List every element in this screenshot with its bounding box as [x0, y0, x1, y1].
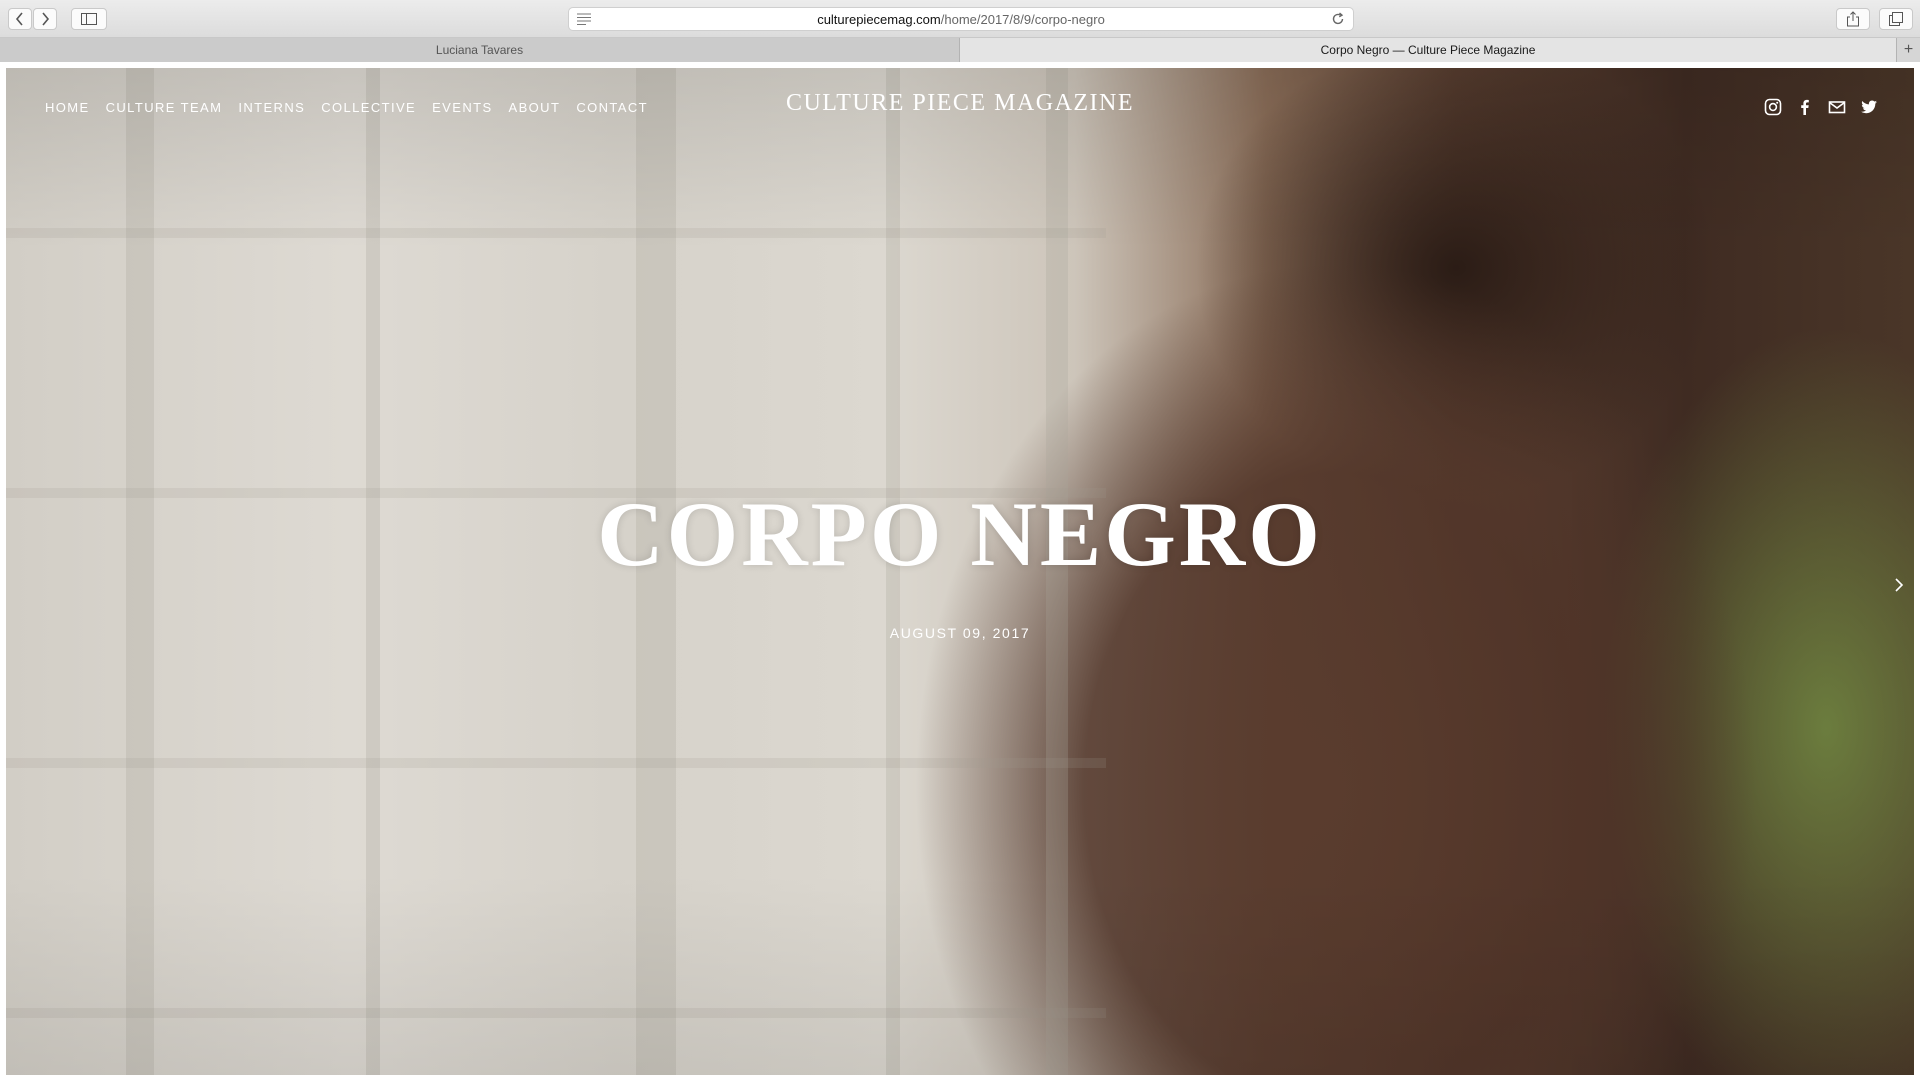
share-button[interactable] [1836, 8, 1870, 30]
back-button[interactable] [8, 8, 32, 30]
tab-luciana-tavares[interactable]: Luciana Tavares [0, 38, 960, 62]
twitter-icon[interactable] [1860, 98, 1878, 116]
web-page: HOME CULTURE TEAM INTERNS COLLECTIVE EVE… [0, 62, 1920, 1080]
article-title: CORPO NEGRO [597, 483, 1323, 585]
chevron-left-icon [15, 12, 23, 26]
plus-icon: + [1903, 41, 1914, 58]
tab-label: Corpo Negro — Culture Piece Magazine [1320, 43, 1536, 57]
tab-corpo-negro[interactable]: Corpo Negro — Culture Piece Magazine [960, 38, 1896, 62]
tabs-icon [1889, 12, 1903, 26]
new-tab-button[interactable]: + [1896, 38, 1920, 62]
next-slide-button[interactable] [1890, 572, 1908, 598]
reload-icon[interactable] [1331, 12, 1345, 26]
hero-image: HOME CULTURE TEAM INTERNS COLLECTIVE EVE… [6, 68, 1914, 1075]
tab-label: Luciana Tavares [435, 43, 524, 57]
facebook-icon[interactable] [1796, 98, 1814, 116]
url-path: /home/2017/8/9/corpo-negro [940, 11, 1105, 27]
instagram-icon[interactable] [1764, 98, 1782, 116]
tab-bar: Luciana Tavares Corpo Negro — Culture Pi… [0, 38, 1920, 62]
mail-icon[interactable] [1828, 98, 1846, 116]
social-links [1764, 98, 1878, 116]
share-icon [1847, 11, 1859, 27]
sidebar-icon [81, 13, 97, 25]
browser-toolbar: culturepiecemag.com/home/2017/8/9/corpo-… [0, 0, 1920, 38]
address-bar[interactable]: culturepiecemag.com/home/2017/8/9/corpo-… [568, 7, 1354, 31]
forward-button[interactable] [33, 8, 57, 30]
site-logo[interactable]: CULTURE PIECE MAGAZINE [6, 90, 1914, 117]
tabs-overview-button[interactable] [1879, 8, 1913, 30]
reader-icon[interactable] [577, 13, 591, 25]
chevron-right-icon [1895, 578, 1904, 592]
chevron-right-icon [42, 12, 50, 26]
sidebar-toggle-button[interactable] [71, 8, 107, 30]
article-date: AUGUST 09, 2017 [889, 625, 1031, 641]
url-domain: culturepiecemag.com [817, 11, 941, 27]
